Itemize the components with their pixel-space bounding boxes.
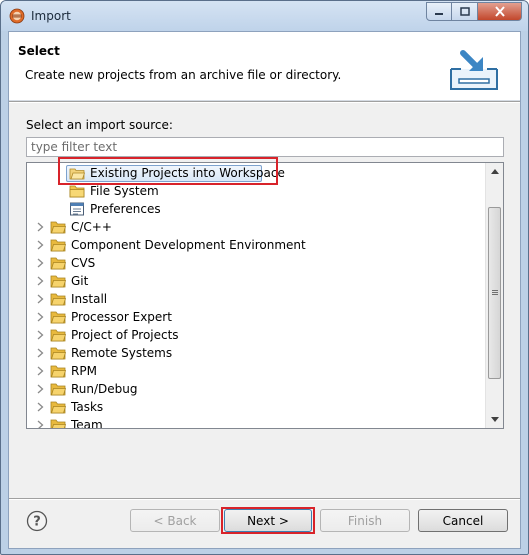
tree-item-preferences[interactable]: Preferences [27,200,487,218]
expand-arrow-icon[interactable] [36,402,44,412]
folder-icon [50,257,66,270]
folder-icon [50,365,66,378]
tree-category-item[interactable]: Tasks [27,398,487,416]
scroll-down-button[interactable] [486,411,503,428]
header-separator [9,101,520,103]
title-bar[interactable]: Import [1,1,528,31]
folder-icon [50,383,66,396]
tree-category-item[interactable]: CVS [27,254,487,272]
filter-input[interactable] [26,137,504,157]
expand-arrow-icon[interactable] [36,348,44,358]
folder-icon [50,347,66,360]
expand-arrow-icon[interactable] [36,366,44,376]
footer-separator [9,498,520,500]
tree-category-item[interactable]: Team [27,416,487,429]
tree-category-item[interactable]: Project of Projects [27,326,487,344]
folder-icon [50,221,66,234]
cancel-button[interactable]: Cancel [418,509,508,532]
close-button[interactable] [478,2,522,21]
arrow-down-icon [490,417,499,422]
arrow-up-icon [490,169,499,174]
minimize-icon [435,12,443,15]
import-dialog: Import Select Create new projects from a… [0,0,529,555]
tree-item-label: Processor Expert [71,310,172,324]
expand-arrow-icon[interactable] [36,330,44,340]
tree-item-label: CVS [71,256,96,270]
wizard-header: Select Create new projects from an archi… [9,32,520,101]
folder-icon [50,419,66,428]
vertical-scrollbar[interactable] [485,163,503,428]
tree-category-item[interactable]: RPM [27,362,487,380]
tree-category-item[interactable]: Run/Debug [27,380,487,398]
eclipse-icon [9,8,25,24]
finish-button[interactable]: Finish [320,509,410,532]
close-icon [494,6,505,17]
maximize-icon [459,7,470,16]
tree-item-label: Run/Debug [71,382,138,396]
scrollbar-thumb[interactable] [488,207,501,379]
tree-item-label: Git [71,274,89,288]
tree-item-label: RPM [71,364,97,378]
import-source-tree[interactable]: Existing Projects into Workspace File Sy… [26,162,504,429]
tree-item-label: Project of Projects [71,328,179,342]
tree-category-item[interactable]: Processor Expert [27,308,487,326]
dialog-body: Select Create new projects from an archi… [8,31,521,549]
tree-item-label: Preferences [90,202,161,216]
maximize-button[interactable] [452,2,478,21]
expand-arrow-icon[interactable] [36,222,44,232]
tree-item-label: Component Development Environment [71,238,306,252]
folder-icon [50,275,66,288]
expand-arrow-icon[interactable] [36,384,44,394]
folder-icon [50,239,66,252]
tree-item-label: Tasks [71,400,104,414]
tree-category-item[interactable]: Install [27,290,487,308]
import-source-label: Select an import source: [26,118,173,132]
next-button-callout [221,507,315,534]
folder-icon [69,185,85,198]
folder-icon [50,401,66,414]
tree-item-label: Remote Systems [71,346,173,360]
tree-item-label: Install [71,292,108,306]
tree-item-label: File System [90,184,159,198]
expand-arrow-icon[interactable] [36,420,44,429]
expand-arrow-icon[interactable] [36,312,44,322]
expand-arrow-icon[interactable] [36,258,44,268]
import-wizard-icon [450,50,498,90]
page-title: Select [18,44,60,58]
tree-item-label: C/C++ [71,220,112,234]
folder-icon [50,329,66,342]
tree-category-item[interactable]: Remote Systems [27,344,487,362]
help-icon[interactable]: ? [26,510,48,532]
existing-projects-callout [58,157,278,185]
page-description: Create new projects from an archive file… [25,68,342,82]
expand-arrow-icon[interactable] [36,276,44,286]
expand-arrow-icon[interactable] [36,294,44,304]
folder-icon [50,311,66,324]
svg-text:?: ? [33,515,41,530]
scroll-up-button[interactable] [486,163,503,180]
back-button[interactable]: < Back [130,509,220,532]
tree-category-item[interactable]: Git [27,272,487,290]
tree-item-label: Team [71,418,103,429]
window-title: Import [31,9,71,23]
preferences-icon [70,202,84,216]
tree-category-item[interactable]: Component Development Environment [27,236,487,254]
minimize-button[interactable] [426,2,452,21]
expand-arrow-icon[interactable] [36,240,44,250]
folder-icon [50,293,66,306]
tree-category-item[interactable]: C/C++ [27,218,487,236]
